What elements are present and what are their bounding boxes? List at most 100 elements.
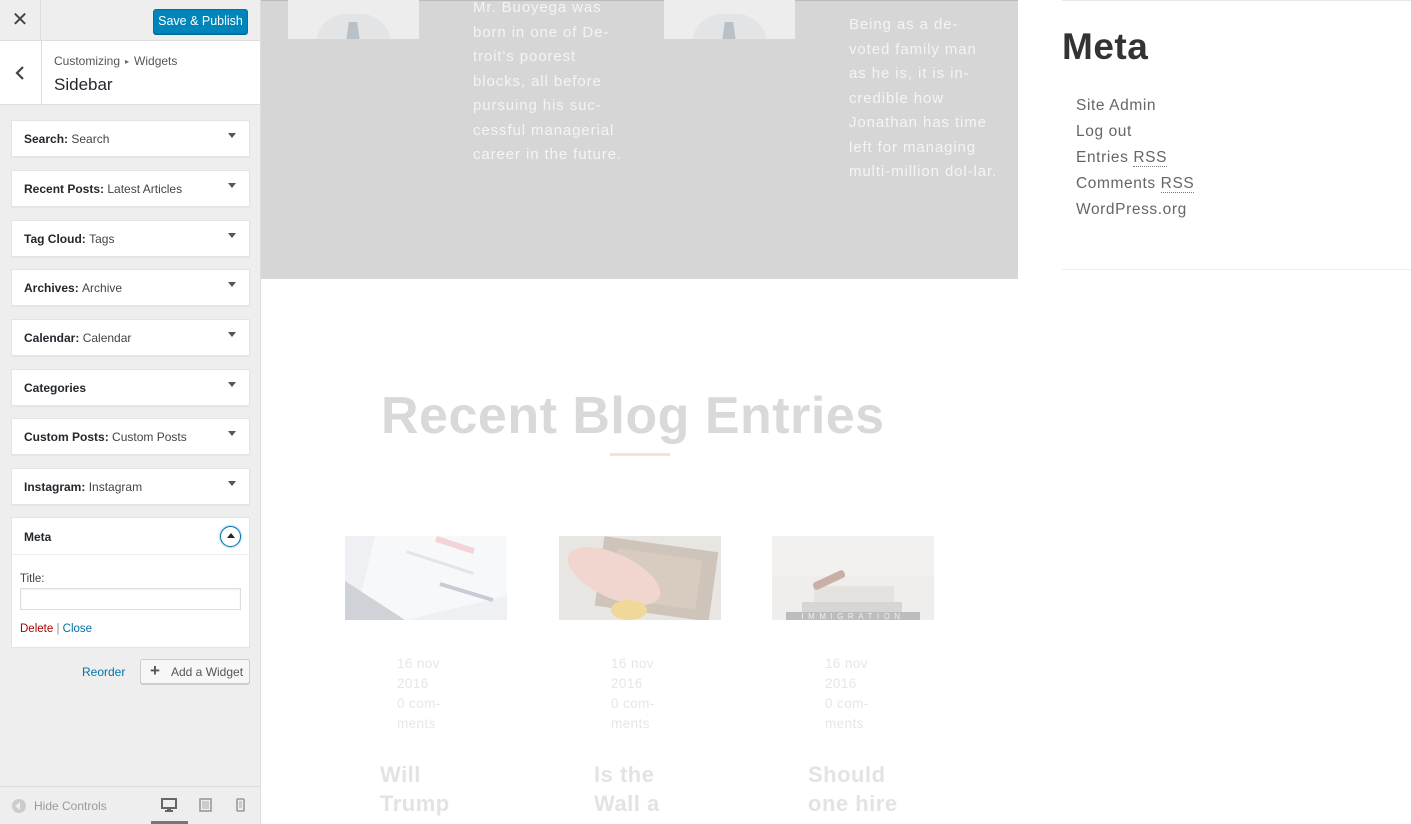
visa-application-image	[345, 536, 507, 620]
widget-title: Archives: Archive	[24, 281, 123, 295]
plus-icon: +	[150, 661, 160, 680]
log-out-link[interactable]: Log out	[1076, 123, 1132, 141]
post-comments[interactable]: 0 com-	[825, 694, 905, 714]
post-title-line: Is the	[594, 762, 655, 787]
save-publish-button[interactable]: Save & Publish	[153, 9, 248, 34]
wordpress-org-link[interactable]: WordPress.org	[1076, 201, 1187, 219]
widget-title: Categories	[24, 381, 86, 395]
post-comments-cont[interactable]: ments	[825, 714, 905, 734]
post-meta-2: 16 nov 2016 0 com- ments	[611, 654, 691, 734]
widget-actions: Delete | Close	[20, 623, 92, 635]
back-button[interactable]	[0, 41, 42, 105]
caret-down-icon[interactable]	[228, 382, 236, 387]
divider	[1062, 0, 1411, 1]
title-input[interactable]	[20, 588, 241, 610]
post-title-line: Should	[808, 762, 886, 787]
rss-abbr: RSS	[1160, 175, 1195, 193]
team-photo-2	[664, 0, 795, 39]
blog-section-heading: Recent Blog Entries	[381, 387, 885, 445]
post-comments-cont[interactable]: ments	[397, 714, 477, 734]
post-title-line: Trump	[380, 791, 450, 816]
comments-rss-link[interactable]: Comments RSS	[1076, 175, 1195, 193]
reorder-link[interactable]: Reorder	[82, 665, 125, 679]
caret-up-icon[interactable]	[220, 526, 241, 547]
hide-controls-button[interactable]: Hide Controls	[12, 799, 107, 813]
post-title-3[interactable]: Should one hire	[808, 760, 918, 818]
post-thumbnail-3[interactable]: IMMIGRATION	[772, 536, 934, 620]
add-widget-label: Add a Widget	[171, 665, 244, 679]
widget-type: Categories	[24, 381, 87, 395]
customizer-panel: ✕ Save & Publish Customizing ▸ Widgets Sid…	[0, 0, 261, 824]
post-comments-cont[interactable]: ments	[611, 714, 691, 734]
widget-type: Instagram	[24, 480, 82, 494]
caret-down-icon[interactable]	[228, 133, 236, 138]
widget-categories[interactable]: Categories	[11, 369, 250, 406]
breadcrumb-customizing: Customizing	[54, 54, 121, 68]
caret-down-icon[interactable]	[228, 431, 236, 436]
add-widget-button[interactable]: + Add a Widget	[140, 659, 250, 684]
post-thumbnail-1[interactable]	[345, 536, 507, 620]
chevron-left-icon	[15, 66, 24, 80]
team-bio-2: Being as a de-voted family man as he is,…	[849, 16, 998, 180]
comments-label: Comments	[1076, 175, 1156, 192]
caret-down-icon[interactable]	[228, 282, 236, 287]
customizer-header: ✕ Save & Publish	[0, 0, 260, 41]
widget-recent-posts[interactable]: Recent Posts: Latest Articles	[11, 170, 250, 207]
post-comments[interactable]: 0 com-	[397, 694, 477, 714]
title-field-label: Title:	[20, 573, 45, 585]
widget-meta-title: Meta	[24, 530, 52, 544]
widget-search[interactable]: Search: Search	[11, 120, 250, 157]
post-meta-3: 16 nov 2016 0 com- ments	[825, 654, 905, 734]
team-bio-1: Mr. Buoyega was born in one of De-troit'…	[473, 0, 622, 163]
post-comments[interactable]: 0 com-	[611, 694, 691, 714]
widget-subtitle: Search	[71, 132, 110, 146]
widget-meta-header[interactable]: Meta	[12, 518, 249, 555]
caret-down-icon[interactable]	[228, 183, 236, 188]
team-photo-1	[288, 0, 419, 39]
widget-type: Search	[24, 132, 65, 146]
widget-title: Recent Posts: Latest Articles	[24, 182, 183, 196]
widget-subtitle: Instagram	[88, 480, 143, 494]
widget-subtitle: Calendar	[82, 331, 132, 345]
widget-archives[interactable]: Archives: Archive	[11, 269, 250, 306]
site-admin-link[interactable]: Site Admin	[1076, 97, 1156, 115]
meta-widget-preview: Meta Site Admin Log out Entries RSS Comm…	[1062, 0, 1411, 270]
post-title-line: one hire	[808, 791, 898, 816]
widget-custom-posts[interactable]: Custom Posts: Custom Posts	[11, 418, 250, 455]
site-preview: Mr. Buoyega was born in one of De-troit'…	[261, 0, 1411, 824]
widget-type: Custom Posts	[24, 430, 105, 444]
widget-instagram[interactable]: Instagram: Instagram	[11, 468, 250, 505]
hide-controls-label: Hide Controls	[34, 799, 107, 813]
widget-type: Tag Cloud	[24, 232, 82, 246]
caret-down-icon[interactable]	[228, 233, 236, 238]
entries-rss-link[interactable]: Entries RSS	[1076, 149, 1168, 167]
post-title-line: Will	[380, 762, 421, 787]
breadcrumb-separator-icon: ▸	[125, 57, 130, 66]
widget-type: Archives	[24, 281, 75, 295]
fingerprint-scanner-image	[559, 536, 721, 620]
delete-link[interactable]: Delete	[20, 623, 53, 635]
widget-meta-expanded: Meta Title: Delete | Close	[11, 517, 250, 648]
divider	[1062, 269, 1411, 270]
post-title-2[interactable]: Is the Wall a	[594, 760, 704, 818]
widget-tag-cloud[interactable]: Tag Cloud: Tags	[11, 220, 250, 257]
desktop-icon[interactable]	[161, 798, 177, 812]
post-date: 16 nov	[397, 656, 440, 671]
caret-down-icon[interactable]	[228, 481, 236, 486]
close-icon[interactable]: ✕	[0, 0, 41, 41]
gavel-image: IMMIGRATION	[772, 536, 934, 620]
post-year: 2016	[397, 676, 429, 691]
mobile-icon[interactable]	[236, 798, 245, 812]
rss-abbr: RSS	[1133, 149, 1168, 167]
post-thumbnail-2[interactable]	[559, 536, 721, 620]
breadcrumb-widgets: Widgets	[134, 54, 178, 68]
entries-label: Entries	[1076, 149, 1129, 166]
widget-subtitle: Tags	[89, 232, 115, 246]
post-title-1[interactable]: Will Trump	[380, 760, 490, 818]
caret-down-icon[interactable]	[228, 332, 236, 337]
widget-calendar[interactable]: Calendar: Calendar	[11, 319, 250, 356]
meta-heading: Meta	[1062, 26, 1149, 67]
close-link[interactable]: Close	[63, 623, 92, 635]
widget-title: Calendar: Calendar	[24, 331, 132, 345]
tablet-icon[interactable]	[199, 798, 212, 812]
